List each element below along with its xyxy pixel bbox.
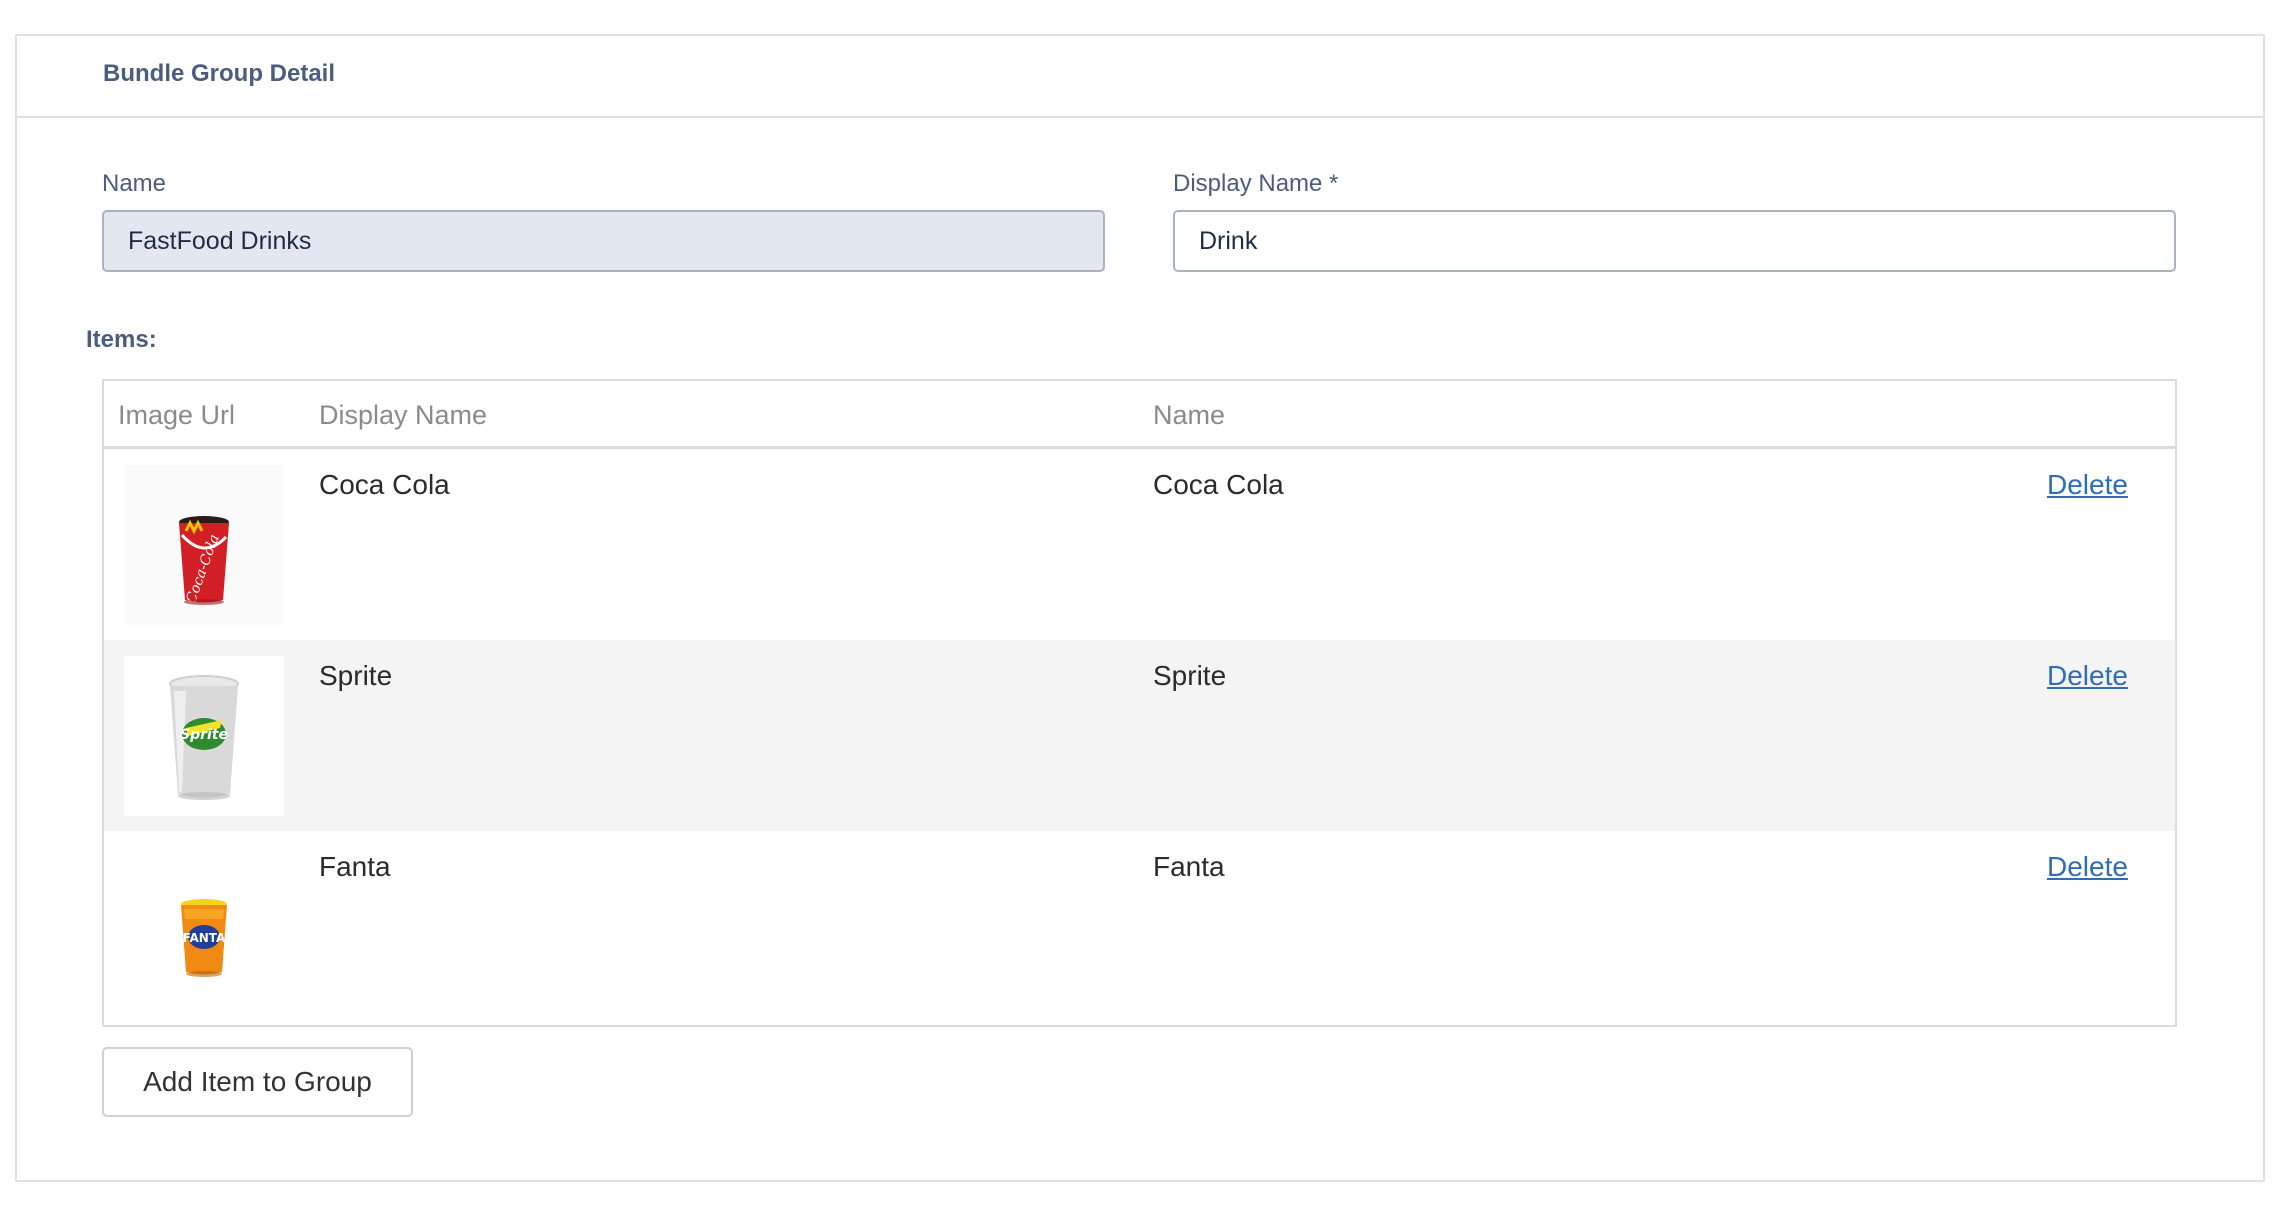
row-name: Fanta bbox=[1153, 851, 1225, 882]
row-name: Sprite bbox=[1153, 660, 1227, 691]
sprite-cup-image: Sprite bbox=[124, 656, 284, 816]
card-title: Bundle Group Detail bbox=[103, 60, 336, 87]
display-name-input[interactable] bbox=[1173, 210, 2176, 272]
table-row: FANTA Fanta Fanta Delete bbox=[104, 831, 2175, 1022]
delete-link[interactable]: Delete bbox=[2047, 660, 2128, 692]
column-header-display-name: Display Name bbox=[319, 400, 488, 430]
table-row: Coca-Cola Coca Cola Coca Cola Delete bbox=[104, 449, 2175, 640]
display-name-label: Display Name * bbox=[1173, 170, 1339, 197]
cup-icon: Coca-Cola bbox=[124, 465, 284, 625]
svg-text:Sprite: Sprite bbox=[180, 727, 228, 743]
name-label: Name bbox=[102, 170, 167, 197]
row-display-name: Sprite bbox=[319, 660, 393, 691]
row-display-name: Fanta bbox=[319, 851, 391, 882]
table-row: Sprite Sprite Sprite Delete bbox=[104, 640, 2175, 831]
cup-icon: FANTA bbox=[124, 847, 284, 1007]
table-header: Image Url Display Name Name bbox=[104, 381, 2175, 449]
row-name: Coca Cola bbox=[1153, 469, 1284, 500]
card-header: Bundle Group Detail bbox=[17, 36, 2263, 118]
name-input[interactable] bbox=[102, 210, 1105, 272]
column-header-name: Name bbox=[1153, 400, 1226, 430]
row-display-name: Coca Cola bbox=[319, 469, 450, 500]
cup-icon: Sprite bbox=[124, 656, 284, 816]
coca-cola-cup-image: Coca-Cola bbox=[124, 465, 284, 625]
add-item-button[interactable]: Add Item to Group bbox=[102, 1047, 413, 1117]
fanta-cup-image: FANTA bbox=[124, 847, 284, 1007]
svg-text:FANTA: FANTA bbox=[183, 931, 226, 945]
items-table: Image Url Display Name Name Coca-Cola Co… bbox=[102, 379, 2177, 1027]
column-header-image-url: Image Url bbox=[118, 400, 236, 430]
delete-link[interactable]: Delete bbox=[2047, 469, 2128, 501]
items-label: Items: bbox=[86, 326, 157, 353]
delete-link[interactable]: Delete bbox=[2047, 851, 2128, 883]
